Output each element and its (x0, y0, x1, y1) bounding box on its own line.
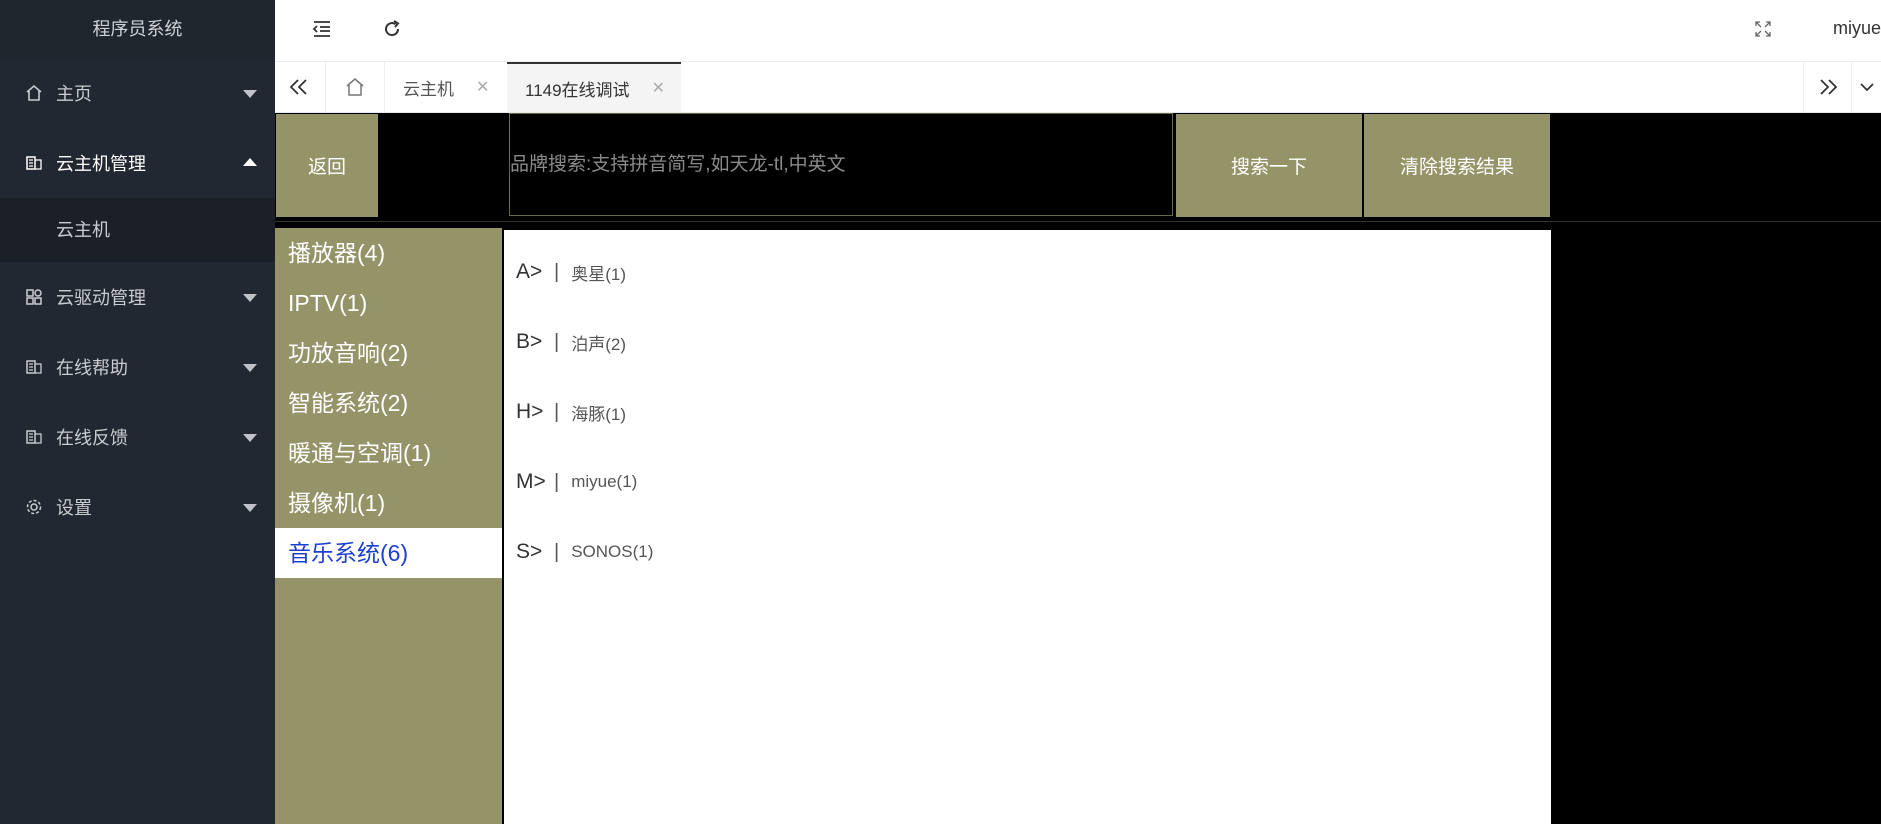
brand-letter: M> (516, 470, 546, 493)
category-item[interactable]: 功放音响(2) (275, 328, 502, 378)
tab-label: 1149在线调试 (525, 80, 630, 100)
brand-list: A> | 奥星(1) B> | 泊声(2) H> | 海豚(1) M> | mi… (504, 230, 1551, 824)
refresh-button[interactable] (377, 14, 407, 44)
separator: | (554, 540, 560, 563)
tab-bar: 云主机 ✕ 1149在线调试 ✕ (275, 62, 1881, 113)
separator: | (554, 330, 560, 353)
double-chevron-right-icon (1820, 79, 1838, 95)
server-icon (24, 153, 44, 173)
fullscreen-icon (1755, 21, 1771, 37)
brand-link[interactable]: 海豚(1) (571, 400, 626, 425)
clear-search-button[interactable]: 清除搜索结果 (1364, 114, 1550, 217)
brand-link[interactable]: miyue(1) (571, 472, 637, 492)
sidebar-item-label: 云主机管理 (56, 154, 146, 174)
category-item[interactable]: 播放器(4) (275, 228, 502, 278)
sidebar-item-settings[interactable]: 设置 (0, 472, 275, 542)
brand-link[interactable]: 奥星(1) (571, 260, 626, 285)
refresh-icon (385, 20, 400, 37)
app-title: 程序员系统 (0, 0, 275, 58)
sidebar-item-home[interactable]: 主页 (0, 58, 275, 128)
divider (275, 221, 1881, 222)
brand-link[interactable]: SONOS(1) (571, 542, 653, 562)
tab-cloud-host[interactable]: 云主机 ✕ (403, 62, 489, 112)
tab-1149-debug[interactable]: 1149在线调试 ✕ (507, 62, 681, 112)
category-item[interactable]: 暖通与空调(1) (275, 428, 502, 478)
separator: | (554, 260, 560, 283)
fullscreen-button[interactable] (1748, 14, 1778, 44)
collapse-sidebar-button[interactable] (307, 14, 337, 44)
tabs-dropdown-button[interactable] (1851, 62, 1881, 112)
sidebar-item-label: 在线帮助 (56, 358, 128, 378)
server-icon (24, 427, 44, 447)
chevron-up-icon (243, 158, 257, 166)
chevron-down-icon (1860, 83, 1874, 92)
home-icon (24, 83, 44, 103)
brand-row: A> | 奥星(1) (516, 252, 626, 292)
separator: | (554, 400, 560, 423)
sidebar-item-label: 在线反馈 (56, 428, 128, 448)
brand-row: H> | 海豚(1) (516, 392, 626, 432)
top-header: miyue (275, 0, 1881, 62)
sidebar-menu: 主页 云主机管理 云主机 云驱动管理 在线帮助 在线反馈 设置 (0, 58, 275, 542)
chevron-down-icon (243, 434, 257, 442)
user-name[interactable]: miyue (1833, 18, 1881, 39)
brand-row: M> | miyue(1) (516, 462, 637, 502)
chevron-down-icon (243, 504, 257, 512)
indent-icon (312, 21, 330, 37)
tabs-scroll-left-button[interactable] (275, 62, 323, 112)
sidebar: 程序员系统 主页 云主机管理 云主机 云驱动管理 在线帮助 在线反馈 设置 (0, 0, 275, 824)
category-item[interactable]: 智能系统(2) (275, 378, 502, 428)
brand-letter: B> (516, 330, 543, 353)
sidebar-item-online-help[interactable]: 在线帮助 (0, 332, 275, 402)
chevron-down-icon (243, 90, 257, 98)
brand-letter: H> (516, 400, 544, 423)
sidebar-subitem-cloud-host[interactable]: 云主机 (0, 198, 275, 262)
sidebar-item-label: 设置 (56, 498, 92, 518)
brand-row: S> | SONOS(1) (516, 532, 653, 572)
close-icon[interactable]: ✕ (652, 78, 665, 98)
sidebar-item-online-feedback[interactable]: 在线反馈 (0, 402, 275, 472)
brand-letter: A> (516, 260, 543, 283)
apps-icon (24, 287, 44, 307)
double-chevron-left-icon (289, 79, 307, 95)
chevron-down-icon (243, 294, 257, 302)
sidebar-item-label: 云驱动管理 (56, 288, 146, 308)
back-button[interactable]: 返回 (276, 114, 378, 217)
home-icon (346, 78, 364, 96)
gear-icon (24, 497, 44, 517)
brand-row: B> | 泊声(2) (516, 322, 626, 362)
category-item[interactable]: 摄像机(1) (275, 478, 502, 528)
server-icon (24, 357, 44, 377)
close-icon[interactable]: ✕ (476, 77, 489, 97)
search-button[interactable]: 搜索一下 (1176, 114, 1362, 217)
tab-home[interactable] (325, 62, 385, 112)
sidebar-item-cloud-host-management[interactable]: 云主机管理 (0, 128, 275, 198)
chevron-down-icon (243, 364, 257, 372)
brand-letter: S> (516, 540, 543, 563)
brand-search-input[interactable] (509, 113, 1173, 216)
sidebar-item-label: 主页 (56, 84, 92, 104)
category-item[interactable]: IPTV(1) (275, 278, 502, 328)
tab-label: 云主机 (403, 79, 454, 99)
tabs-scroll-right-button[interactable] (1803, 62, 1852, 112)
brand-link[interactable]: 泊声(2) (571, 330, 626, 355)
separator: | (554, 470, 560, 493)
category-list: 播放器(4) IPTV(1) 功放音响(2) 智能系统(2) 暖通与空调(1) … (275, 228, 502, 824)
sidebar-item-cloud-driver-management[interactable]: 云驱动管理 (0, 262, 275, 332)
category-item-selected[interactable]: 音乐系统(6) (275, 528, 502, 578)
